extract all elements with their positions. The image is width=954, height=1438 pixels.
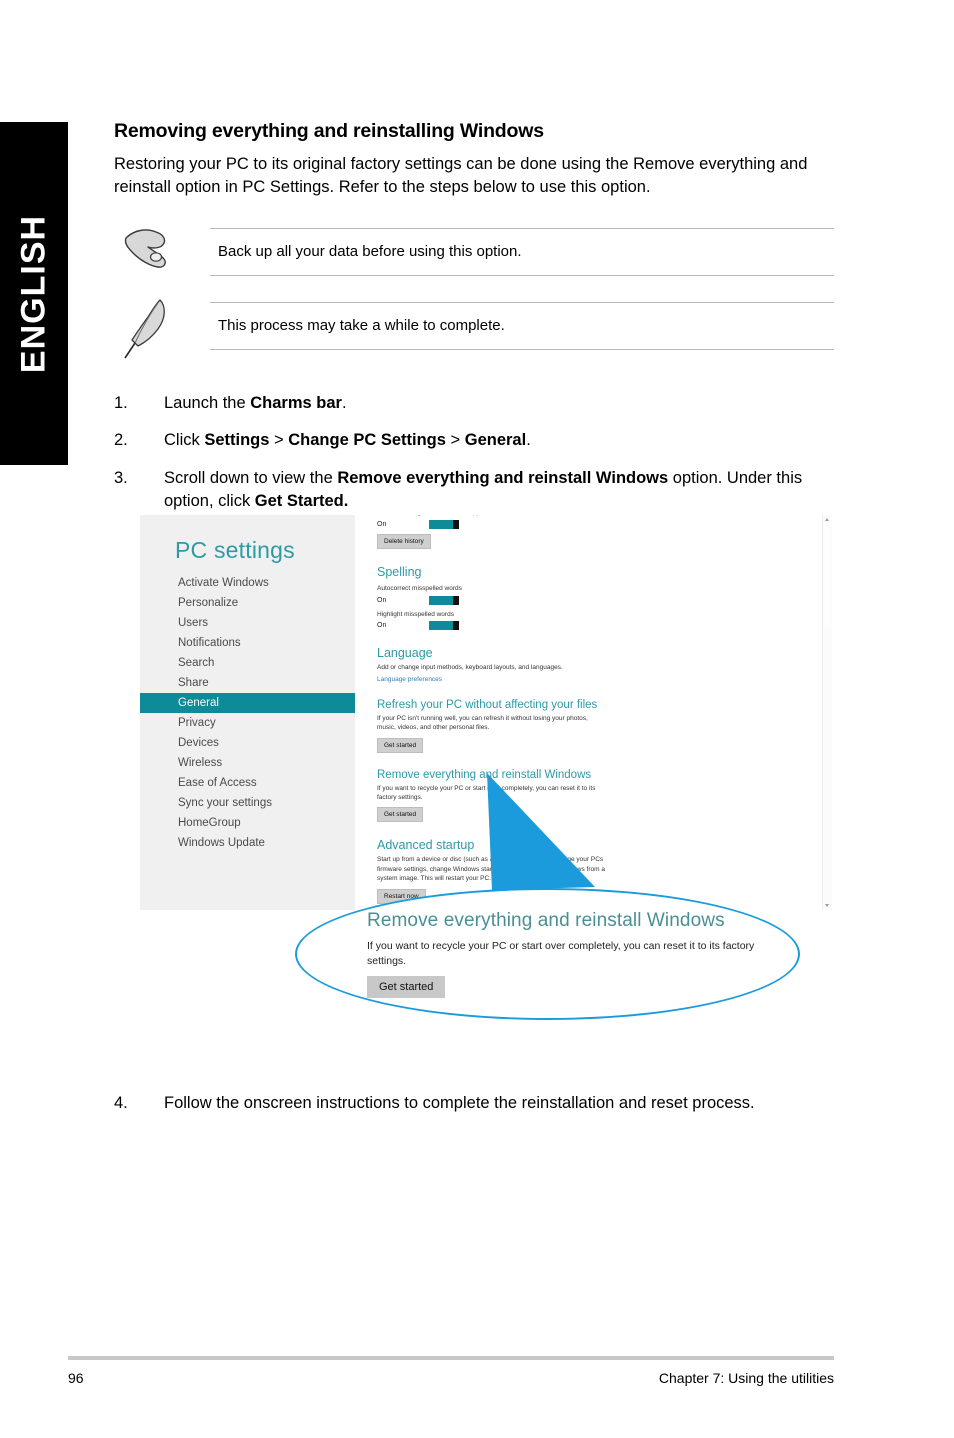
language-tab-label: ENGLISH [14, 214, 53, 373]
footer-page-number: 96 [68, 1370, 84, 1386]
step-3-number: 3. [114, 468, 128, 487]
note-info: This process may take a while to complet… [114, 299, 834, 359]
note-info-text: This process may take a while to complet… [218, 316, 505, 334]
remove-everything-description: If you want to recycle your PC or start … [377, 784, 596, 801]
step-2: 2. Click Settings > Change PC Settings >… [114, 429, 834, 452]
step-1-text: Launch the Charms bar. [164, 393, 347, 412]
note-important-text: Back up all your data before using this … [218, 242, 522, 260]
main-panel-scrollbar[interactable] [822, 515, 832, 910]
scroll-down-arrow-icon[interactable] [825, 904, 829, 907]
magnified-callout: Remove everything and reinstall Windows … [295, 888, 800, 1020]
page-intro-paragraph: Restoring your PC to its original factor… [114, 155, 808, 197]
callout-title: Remove everything and reinstall Windows [367, 910, 725, 931]
autocorrect-toggle[interactable] [429, 595, 459, 605]
refresh-pc-description: If your PC isn't running well, you can r… [377, 714, 588, 732]
refresh-pc-heading: Refresh your PC without affecting your f… [377, 698, 598, 711]
page-content: Removing everything and reinstalling Win… [114, 0, 834, 528]
pc-settings-window: PC settings Activate Windows Personalize U… [140, 515, 832, 910]
pc-settings-nav-item[interactable]: Share [140, 673, 355, 693]
advanced-startup-heading: Advanced startup [377, 838, 475, 853]
autocorrect-toggle-row[interactable]: On [377, 595, 677, 605]
pc-settings-title: PC settings [175, 537, 295, 563]
instruction-steps: 1. Launch the Charms bar. 2. Click Setti… [114, 392, 834, 514]
notes-block: Back up all your data before using this … [114, 227, 834, 359]
autocorrect-state: On [377, 596, 387, 604]
delete-history-button[interactable]: Delete history [377, 533, 431, 549]
pc-settings-nav-item[interactable]: Sync your settings [140, 793, 355, 813]
note-important: Back up all your data before using this … [114, 227, 834, 276]
pc-settings-nav-item[interactable]: Notifications [140, 633, 355, 653]
app-switching-toggle-row[interactable]: On [377, 519, 677, 529]
toggle-knob [453, 621, 459, 631]
pc-settings-nav-list: Activate Windows Personalize Users Notifica… [140, 573, 355, 853]
step-1: 1. Launch the Charms bar. [114, 392, 834, 415]
footer-divider [68, 1356, 834, 1360]
step-2-text: Click Settings > Change PC Settings > Ge… [164, 431, 531, 450]
autocorrect-label: Autocorrect misspelled words [377, 584, 462, 592]
language-side-tab: ENGLISH [0, 122, 68, 465]
language-preferences-link[interactable]: Language preferences [377, 676, 677, 683]
spelling-heading: Spelling [377, 564, 422, 579]
pc-settings-nav-item[interactable]: Users [140, 613, 355, 633]
pc-settings-nav-item[interactable]: Personalize [140, 593, 355, 613]
pc-settings-nav-item[interactable]: Activate Windows [140, 573, 355, 593]
step-4-text: Follow the onscreen instructions to comp… [164, 1094, 755, 1112]
language-heading: Language [377, 646, 433, 661]
note-important-body: Back up all your data before using this … [210, 227, 834, 276]
step-1-number: 1. [114, 393, 128, 412]
pc-settings-main-panel: Allow switching between recent apps On D… [355, 515, 832, 910]
pc-settings-nav-item[interactable]: General [140, 693, 355, 713]
scroll-up-arrow-icon[interactable] [825, 518, 829, 521]
toggle-knob [453, 519, 459, 529]
refresh-get-started-button[interactable]: Get started [377, 737, 424, 753]
step-4: 4. Follow the onscreen instructions to c… [114, 1092, 834, 1115]
page-title: Removing everything and reinstalling Win… [114, 120, 544, 142]
page-footer: 96 Chapter 7: Using the utilities [68, 1356, 834, 1386]
remove-get-started-button[interactable]: Get started [377, 807, 424, 823]
advanced-startup-description: Start up from a device or disc (such as … [377, 856, 605, 883]
note-info-body: This process may take a while to complet… [210, 301, 834, 350]
language-description: Add or change input methods, keyboard la… [377, 664, 563, 672]
pc-settings-nav-item[interactable]: Windows Update [140, 833, 355, 853]
step-4-number: 4. [114, 1094, 128, 1112]
step-2-number: 2. [114, 431, 128, 450]
important-hand-icon [114, 228, 210, 276]
pc-settings-nav-item[interactable]: HomeGroup [140, 813, 355, 833]
app-switching-state: On [377, 520, 387, 528]
scrollbar-thumb[interactable] [824, 523, 831, 628]
pc-settings-nav-item[interactable]: Wireless [140, 753, 355, 773]
pc-settings-nav-item[interactable]: Search [140, 653, 355, 673]
footer-chapter-label: Chapter 7: Using the utilities [658, 1370, 834, 1386]
pc-settings-nav-item[interactable]: Ease of Access [140, 773, 355, 793]
note-feather-icon [114, 299, 210, 359]
highlight-label: Highlight misspelled words [377, 610, 454, 618]
highlight-state: On [377, 622, 387, 630]
step-3: 3. Scroll down to view the Remove everyt… [114, 467, 834, 514]
app-switching-label: Allow switching between recent apps [377, 515, 677, 518]
app-switching-toggle[interactable] [429, 519, 459, 529]
callout-get-started-button[interactable]: Get started [367, 975, 446, 998]
pc-settings-nav-item[interactable]: Privacy [140, 713, 355, 733]
pc-settings-nav-item[interactable]: Devices [140, 733, 355, 753]
step-3-text: Scroll down to view the Remove everythin… [164, 468, 803, 511]
highlight-toggle-row[interactable]: On [377, 621, 677, 631]
pc-settings-sidebar: PC settings Activate Windows Personalize U… [140, 515, 355, 910]
highlight-toggle[interactable] [429, 621, 459, 631]
pc-settings-screenshot-figure: PC settings Activate Windows Personalize U… [140, 515, 840, 1035]
callout-description: If you want to recycle your PC or start … [367, 940, 755, 967]
remove-everything-heading: Remove everything and reinstall Windows [377, 768, 592, 781]
toggle-knob [453, 595, 459, 605]
